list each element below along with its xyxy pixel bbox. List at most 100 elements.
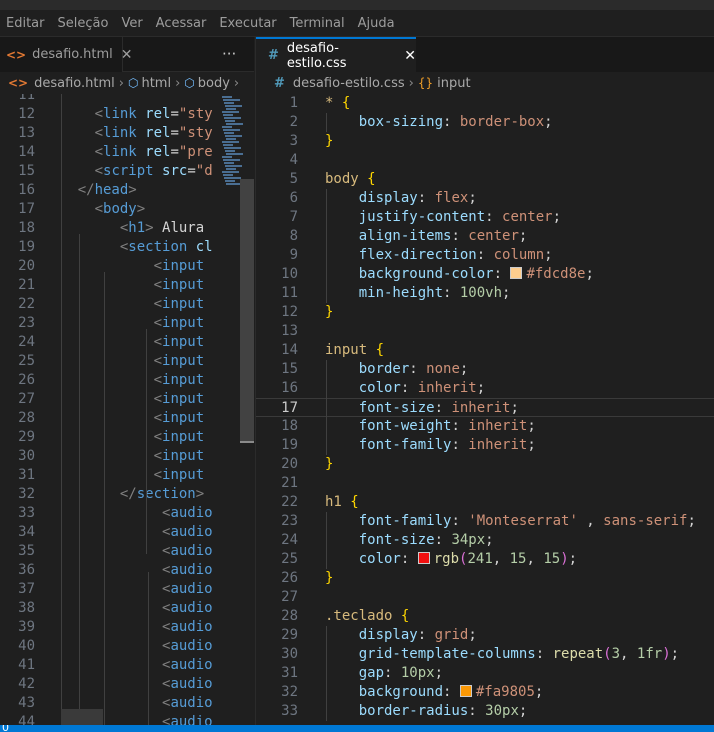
code-line[interactable]: 25 <input xyxy=(0,352,214,371)
code-line[interactable]: 29 <input xyxy=(0,428,214,447)
more-actions-icon[interactable]: ··· xyxy=(222,37,236,72)
code-line[interactable]: 12} xyxy=(256,303,714,322)
code-line[interactable]: 24 <input xyxy=(0,333,214,352)
code-line[interactable]: 39 <audio xyxy=(0,618,214,637)
color-swatch[interactable] xyxy=(459,685,472,697)
code-line[interactable]: 27 <input xyxy=(0,390,214,409)
code-line[interactable]: 17 <body> xyxy=(0,200,214,219)
code-line[interactable]: 14 <link rel="pre xyxy=(0,143,214,162)
code-line[interactable]: 22 <input xyxy=(0,295,214,314)
code-line[interactable]: 13 xyxy=(256,322,714,341)
code-line[interactable]: 23 font-family: 'Monteserrat' , sans-seri… xyxy=(256,512,714,531)
code-line[interactable]: 22 h1 { xyxy=(256,493,714,512)
code-line[interactable]: 21 xyxy=(256,474,714,493)
menu-acessar[interactable]: Acessar xyxy=(148,10,212,37)
line-number: 17 xyxy=(281,400,298,416)
code-line[interactable]: 11 min-height: 100vh; xyxy=(256,284,714,303)
code-line[interactable]: 28 <input xyxy=(0,409,214,428)
breadcrumb-item-input[interactable]: input xyxy=(437,76,470,91)
menu-ver[interactable]: Ver xyxy=(113,10,147,37)
code-line[interactable]: 13 <link rel="sty xyxy=(0,124,214,143)
code-token: grid-template-columns xyxy=(358,646,536,662)
code-line[interactable]: 7 justify-content: center; xyxy=(256,208,714,227)
code-line[interactable]: 33 border-radius: 30px; xyxy=(256,702,714,721)
code-line[interactable]: 16 </head> xyxy=(0,181,214,200)
code-line[interactable]: 6 display: flex; xyxy=(256,189,714,208)
breadcrumb-item-html[interactable]: html xyxy=(141,76,171,91)
code-line[interactable]: 42 <audio xyxy=(0,675,214,694)
code-line[interactable]: 40 <audio xyxy=(0,637,214,656)
code-line[interactable]: 20 <input xyxy=(0,257,214,276)
code-line[interactable]: 41 <audio xyxy=(0,656,214,675)
code-line[interactable]: 34 <audio xyxy=(0,523,214,542)
code-line[interactable]: 1 * { xyxy=(256,94,714,113)
code-area-html[interactable]: 11 12 <link rel="sty 13 <link rel="sty 14 <lin… xyxy=(0,94,214,725)
code-line[interactable]: 15 border: none; xyxy=(256,360,714,379)
menu-terminal[interactable]: Terminal xyxy=(282,10,350,37)
code-line[interactable]: 18 <h1> Alura xyxy=(0,219,214,238)
code-line[interactable]: 25 color: rgb(241, 15, 15); xyxy=(256,550,714,569)
code-line[interactable]: 24 font-size: 34px; xyxy=(256,531,714,550)
code-line[interactable]: 26} xyxy=(256,569,714,588)
code-line[interactable]: 16 color: inherit; xyxy=(256,379,714,398)
code-line[interactable]: 19 <section cl xyxy=(0,238,214,257)
menu-editar[interactable]: Editar xyxy=(0,10,50,37)
code-line[interactable]: 10 background-color: #fdcd8e; xyxy=(256,265,714,284)
code-line[interactable]: 19 font-family: inherit; xyxy=(256,436,714,455)
line-number: 41 xyxy=(18,657,35,673)
code-line[interactable]: 32 </section> xyxy=(0,485,214,504)
tab-desafio-estilo-css[interactable]: # desafio-estilo.css ✕ xyxy=(256,37,416,72)
code-token: > xyxy=(136,201,146,217)
code-token: ; xyxy=(468,627,477,643)
color-swatch[interactable] xyxy=(510,267,523,279)
code-line[interactable]: 12 <link rel="sty xyxy=(0,105,214,124)
code-line[interactable]: 29 display: grid; xyxy=(256,626,714,645)
code-area-css[interactable]: 1 * {2 box-sizing: border-box; 3} 4 5 body {6 d… xyxy=(256,94,714,725)
code-line[interactable]: 20} xyxy=(256,455,714,474)
code-line[interactable]: 15 <script src="d xyxy=(0,162,214,181)
code-token: color xyxy=(358,551,401,567)
breadcrumb-item-body[interactable]: body xyxy=(198,76,230,91)
code-line[interactable]: 9 flex-direction: column; xyxy=(256,246,714,265)
close-icon[interactable]: ✕ xyxy=(404,48,416,64)
code-line[interactable]: 4 xyxy=(256,151,714,170)
code-line[interactable]: 23 <input xyxy=(0,314,214,333)
code-line[interactable]: 2 box-sizing: border-box; xyxy=(256,113,714,132)
line-number: 23 xyxy=(281,513,298,529)
code-line[interactable]: 3} xyxy=(256,132,714,151)
code-line[interactable]: 30 grid-template-columns: repeat(3, 1fr); xyxy=(256,645,714,664)
status-text[interactable]: 0 xyxy=(2,725,9,732)
code-line[interactable]: 44 <audio xyxy=(0,713,214,725)
close-icon[interactable]: ✕ xyxy=(121,47,133,63)
color-swatch[interactable] xyxy=(417,552,430,564)
horizontal-scrollbar-thumb[interactable] xyxy=(61,709,103,725)
code-line[interactable]: 37 <audio xyxy=(0,580,214,599)
code-line[interactable]: 35 <audio xyxy=(0,542,214,561)
code-line[interactable]: 21 <input xyxy=(0,276,214,295)
code-line[interactable]: 11 xyxy=(0,94,214,105)
breadcrumb-item-file[interactable]: desafio-estilo.css xyxy=(293,76,405,91)
code-line[interactable]: 8 align-items: center; xyxy=(256,227,714,246)
code-line[interactable]: 30 <input xyxy=(0,447,214,466)
minimap-line xyxy=(226,153,243,155)
code-line[interactable]: 14 input { xyxy=(256,341,714,360)
menu-executar[interactable]: Executar xyxy=(211,10,281,37)
menu-selecao[interactable]: Seleção xyxy=(50,10,114,37)
code-line[interactable]: 38 <audio xyxy=(0,599,214,618)
code-line[interactable]: 18 font-weight: inherit; xyxy=(256,417,714,436)
menu-ajuda[interactable]: Ajuda xyxy=(350,10,400,37)
code-line[interactable]: 28 .teclado { xyxy=(256,607,714,626)
code-line[interactable]: 31 <input xyxy=(0,466,214,485)
code-line[interactable]: 27 xyxy=(256,588,714,607)
breadcrumb-item-file[interactable]: desafio.html xyxy=(34,76,115,91)
code-line[interactable]: 33 <audio xyxy=(0,504,214,523)
code-line[interactable]: 43 <audio xyxy=(0,694,214,713)
scrollbar-thumb[interactable] xyxy=(240,179,254,441)
code-line[interactable]: 17 font-size: inherit; xyxy=(256,398,714,417)
code-line[interactable]: 26 <input xyxy=(0,371,214,390)
code-line[interactable]: 32 background: #fa9805; xyxy=(256,683,714,702)
code-line[interactable]: 31 gap: 10px; xyxy=(256,664,714,683)
code-line[interactable]: 5 body { xyxy=(256,170,714,189)
code-line[interactable]: 36 <audio xyxy=(0,561,214,580)
tab-desafio-html[interactable]: <> desafio.html ✕ xyxy=(0,37,133,72)
